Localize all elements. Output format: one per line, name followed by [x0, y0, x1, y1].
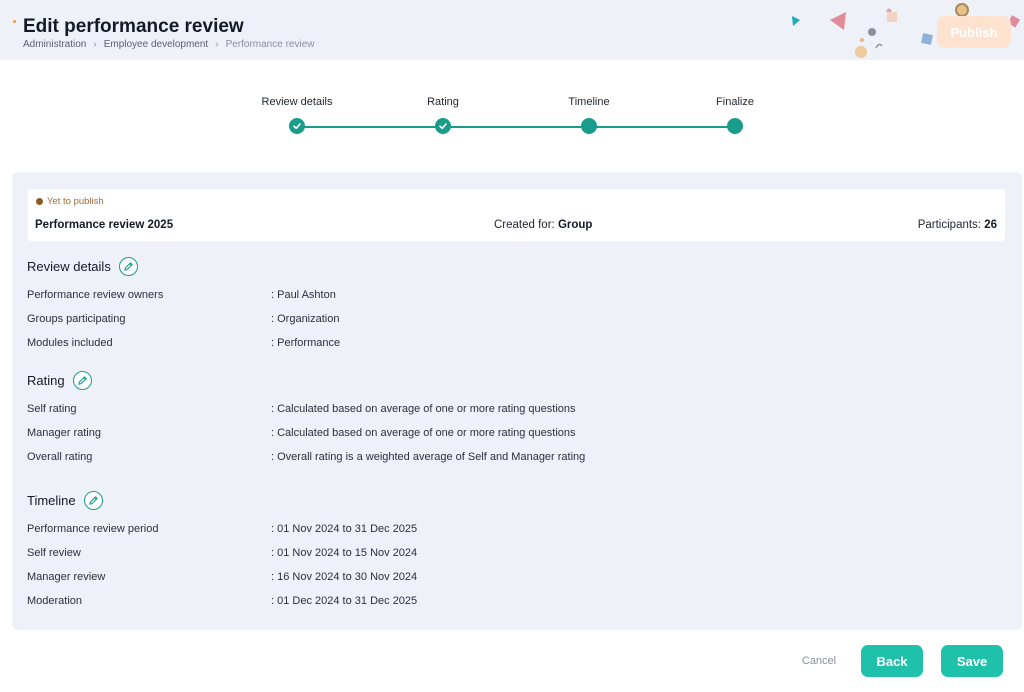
confetti-icon: [855, 46, 867, 58]
pencil-icon: [124, 262, 133, 271]
section-title: Rating: [27, 373, 65, 388]
pencil-icon: [77, 376, 87, 385]
edit-rating-button[interactable]: [72, 371, 92, 390]
step-rating-label[interactable]: Rating: [383, 96, 503, 108]
status-badge: Yet to publish: [36, 196, 104, 207]
chevron-right-icon: ›: [215, 39, 219, 50]
decorative-dot: [13, 20, 16, 23]
participants-count: 26: [984, 219, 997, 231]
save-button[interactable]: Save: [941, 645, 1003, 677]
step-review-details-label[interactable]: Review details: [237, 96, 357, 108]
created-for-label: Created for:: [494, 219, 555, 231]
row-label: Self rating: [27, 403, 77, 415]
row-value: : Calculated based on average of one or …: [271, 427, 576, 439]
step-finalize-marker[interactable]: [727, 118, 743, 134]
section-title: Review details: [27, 259, 111, 274]
row-label: Self review: [27, 547, 81, 559]
confetti-icon: [860, 38, 864, 42]
row-label: Moderation: [27, 595, 83, 607]
row-value: : Organization: [271, 313, 340, 325]
stepper-track: [297, 126, 735, 128]
row-label: Overall rating: [27, 451, 93, 463]
section-rating: Rating: [27, 371, 92, 390]
row-value: : Calculated based on average of one or …: [271, 403, 576, 415]
step-review-details-marker[interactable]: [289, 118, 305, 134]
breadcrumb-item-administration[interactable]: Administration: [23, 39, 86, 50]
page-title: Edit performance review: [23, 16, 244, 37]
participants: Participants: 26: [918, 219, 997, 231]
breadcrumb: Administration › Employee development › …: [23, 39, 314, 50]
participants-label: Participants:: [917, 219, 981, 231]
confetti-icon: [887, 12, 897, 22]
back-button[interactable]: Back: [861, 645, 923, 677]
row-value: : Overall rating is a weighted average o…: [271, 451, 586, 463]
page-header: Edit performance review Administration ›…: [0, 0, 1024, 60]
confetti-icon: [792, 16, 800, 26]
created-for-value: Group: [557, 219, 593, 231]
step-timeline-marker[interactable]: [581, 118, 597, 134]
row-value: : 01 Dec 2024 to 31 Dec 2025: [271, 595, 418, 607]
chevron-right-icon: ›: [93, 39, 97, 50]
row-value: : Performance: [271, 337, 341, 349]
row-label: Manager review: [27, 571, 106, 583]
breadcrumb-item-employee-development[interactable]: Employee development: [104, 39, 209, 50]
status-text: Yet to publish: [47, 196, 104, 207]
row-label: Modules included: [27, 337, 113, 349]
pencil-icon: [88, 496, 98, 505]
section-timeline: Timeline: [27, 491, 103, 510]
review-name: Performance review 2025: [35, 219, 174, 231]
confetti-icon: [830, 12, 846, 30]
edit-review-details-button[interactable]: [118, 257, 138, 276]
row-value: : Paul Ashton: [271, 289, 336, 301]
row-value: : 01 Nov 2024 to 31 Dec 2025: [271, 523, 418, 535]
row-label: Performance review owners: [27, 289, 164, 301]
check-icon: [439, 123, 447, 130]
section-title: Timeline: [27, 493, 76, 508]
created-for: Created for: Group: [494, 219, 592, 231]
cancel-button[interactable]: Cancel: [792, 651, 846, 671]
confetti-icon: [875, 43, 883, 49]
row-value: : 01 Nov 2024 to 15 Nov 2024: [271, 547, 418, 559]
row-label: Groups participating: [27, 313, 126, 325]
confetti-icon: [921, 33, 933, 45]
step-rating-marker[interactable]: [435, 118, 451, 134]
step-finalize-label[interactable]: Finalize: [675, 96, 795, 108]
breadcrumb-item-current: Performance review: [225, 39, 315, 50]
section-review-details: Review details: [27, 257, 138, 276]
edit-timeline-button[interactable]: [83, 491, 103, 510]
check-icon: [293, 123, 301, 130]
review-summary-card: [28, 189, 1005, 241]
row-label: Performance review period: [27, 523, 159, 535]
status-dot-icon: [36, 198, 43, 205]
row-label: Manager rating: [27, 427, 101, 439]
confetti-icon: [868, 28, 876, 36]
row-value: : 16 Nov 2024 to 30 Nov 2024: [271, 571, 418, 583]
publish-button[interactable]: Publish: [937, 16, 1011, 48]
step-timeline-label[interactable]: Timeline: [529, 96, 649, 108]
